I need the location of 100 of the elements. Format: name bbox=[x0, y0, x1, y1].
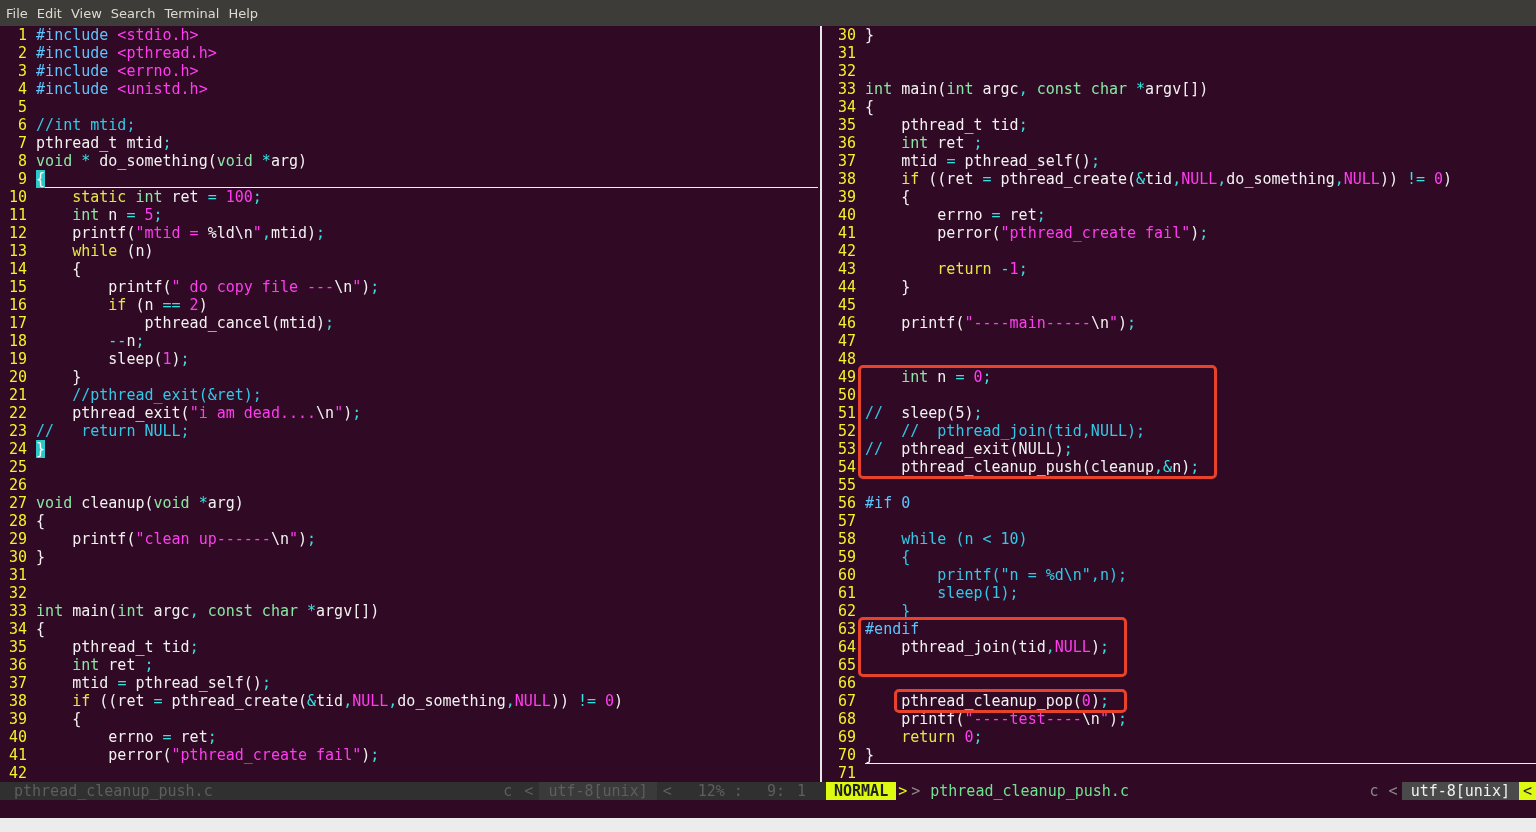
code-line: static int ret = 100; bbox=[71, 188, 262, 206]
code-line: pthread_cleanup_push(cleanup,&n); bbox=[900, 458, 1200, 476]
line-number: 45 bbox=[837, 296, 857, 314]
code-line: } bbox=[865, 26, 875, 44]
menu-item[interactable]: Search bbox=[110, 5, 156, 21]
menu-item[interactable]: Edit bbox=[36, 5, 62, 21]
line-number: 66 bbox=[837, 674, 857, 692]
line-number: 37 bbox=[837, 152, 857, 170]
line-number: 41 bbox=[8, 746, 28, 764]
line-number: 62 bbox=[837, 602, 857, 620]
code-line: int ret ; bbox=[71, 656, 154, 674]
line-number: 35 bbox=[8, 638, 28, 656]
menu-item[interactable]: File bbox=[6, 5, 28, 21]
menu-item[interactable]: View bbox=[70, 5, 102, 21]
line-number: 34 bbox=[837, 98, 857, 116]
code-line: #endif bbox=[865, 620, 920, 638]
line-number: 12 bbox=[8, 224, 28, 242]
file-type: c bbox=[1368, 782, 1380, 800]
line-number: 52 bbox=[837, 422, 857, 440]
line-number: 34 bbox=[8, 620, 28, 638]
menu-item[interactable]: Help bbox=[228, 5, 259, 21]
code-line: mtid = pthread_self(); bbox=[71, 674, 271, 692]
code-line: int n = 0; bbox=[900, 368, 992, 386]
line-number: 59 bbox=[837, 548, 857, 566]
line-number: 63 bbox=[837, 620, 857, 638]
code-line: printf(" do copy file ---\n"); bbox=[107, 278, 380, 296]
line-number: 35 bbox=[837, 116, 857, 134]
line-number: 65 bbox=[837, 656, 857, 674]
code-line: while (n < 10) bbox=[900, 530, 1028, 548]
menu-item[interactable]: Terminal bbox=[164, 5, 220, 21]
line-number: 3 bbox=[17, 62, 28, 80]
line-number: 2 bbox=[17, 44, 28, 62]
line-number: 31 bbox=[8, 566, 28, 584]
code-line: if ((ret = pthread_create(&tid,NULL,do_something,NULL)) != 0) bbox=[900, 170, 1453, 188]
code-line: int main(int argc, const char *argv[]) bbox=[865, 80, 1209, 98]
line-number: 15 bbox=[8, 278, 28, 296]
line-number: 1 bbox=[17, 26, 28, 44]
separator-glyph: > bbox=[910, 782, 922, 800]
code-line: pthread_t mtid; bbox=[36, 134, 172, 152]
line-number: 30 bbox=[8, 548, 28, 566]
code-line: { bbox=[865, 98, 875, 116]
line-number: 54 bbox=[837, 458, 857, 476]
code-line: printf("mtid = %ld\n",mtid); bbox=[71, 224, 326, 242]
line-number: 11 bbox=[8, 206, 28, 224]
code-line: //int mtid; bbox=[36, 116, 136, 134]
line-number: 4 bbox=[17, 80, 28, 98]
line-number: 9 bbox=[17, 170, 28, 188]
code-line: errno = ret; bbox=[936, 206, 1046, 224]
line-number: 24 bbox=[8, 440, 28, 458]
line-number: 32 bbox=[8, 584, 28, 602]
line-number: 20 bbox=[8, 368, 28, 386]
line-number: 68 bbox=[837, 710, 857, 728]
line-number: 31 bbox=[837, 44, 857, 62]
line-number: 40 bbox=[8, 728, 28, 746]
code-line: printf("clean up------\n"); bbox=[71, 530, 317, 548]
line-number: 13 bbox=[8, 242, 28, 260]
line-number: 53 bbox=[837, 440, 857, 458]
code-line: if ((ret = pthread_create(&tid,NULL,do_something,NULL)) != 0) bbox=[71, 692, 624, 710]
code-line: #include <errno.h> bbox=[36, 62, 199, 80]
code-line: #include <pthread.h> bbox=[36, 44, 217, 62]
line-number: 8 bbox=[17, 152, 28, 170]
code-line: --n; bbox=[107, 332, 145, 350]
code-line: pthread_t tid; bbox=[900, 116, 1028, 134]
code-line: printf("n = %d\n",n); bbox=[936, 566, 1127, 584]
code-line: perror("pthread_create fail"); bbox=[107, 746, 380, 764]
code-line: { bbox=[36, 170, 818, 188]
line-number: 5 bbox=[17, 98, 28, 116]
code-line: sleep(1); bbox=[107, 350, 190, 368]
line-number: 42 bbox=[8, 764, 28, 782]
line-number: 41 bbox=[837, 224, 857, 242]
line-number: 38 bbox=[8, 692, 28, 710]
separator-glyph: < bbox=[523, 782, 535, 800]
line-number: 67 bbox=[837, 692, 857, 710]
line-number: 29 bbox=[8, 530, 28, 548]
code-line: // return NULL; bbox=[36, 422, 190, 440]
separator-glyph: > bbox=[897, 782, 908, 800]
line-number: 39 bbox=[8, 710, 28, 728]
code-line: sleep(1); bbox=[936, 584, 1019, 602]
code-line: { bbox=[36, 512, 46, 530]
file-encoding: utf-8[unix] bbox=[1401, 782, 1519, 800]
code-line: pthread_cleanup_pop(0); bbox=[900, 692, 1109, 710]
line-number: 42 bbox=[837, 242, 857, 260]
code-line: pthread_t tid; bbox=[71, 638, 199, 656]
line-number: 36 bbox=[837, 134, 857, 152]
separator-glyph: < bbox=[661, 782, 673, 800]
line-number: 7 bbox=[17, 134, 28, 152]
line-number: 36 bbox=[8, 656, 28, 674]
code-line: perror("pthread_create fail"); bbox=[936, 224, 1209, 242]
line-number: 28 bbox=[8, 512, 28, 530]
line-number: 18 bbox=[8, 332, 28, 350]
code-line: pthread_cancel(mtid); bbox=[143, 314, 335, 332]
line-number: 39 bbox=[837, 188, 857, 206]
line-number: 44 bbox=[837, 278, 857, 296]
code-line: // pthread_exit(NULL); bbox=[865, 440, 1073, 458]
code-line: if (n == 2) bbox=[107, 296, 208, 314]
line-number: 64 bbox=[837, 638, 857, 656]
code-line: } bbox=[900, 278, 911, 296]
code-line: void * do_something(void *arg) bbox=[36, 152, 308, 170]
line-number: 30 bbox=[837, 26, 857, 44]
code-line: } bbox=[36, 548, 46, 566]
